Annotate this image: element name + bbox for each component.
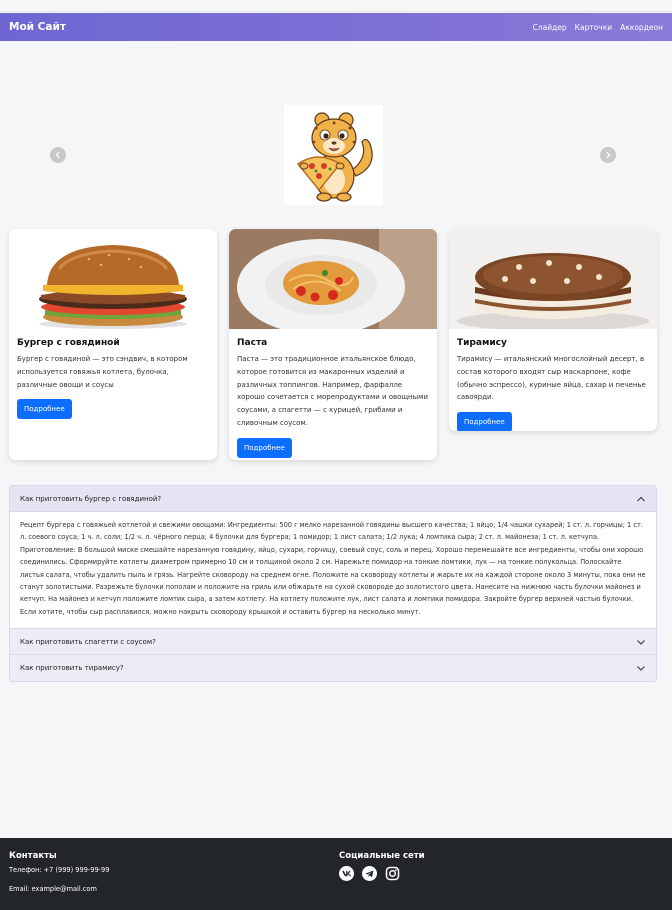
nav-link-accordion[interactable]: Аккордеон (620, 23, 663, 32)
nav-link-slider[interactable]: Слайдер (533, 23, 567, 32)
image-slider (0, 41, 672, 229)
chevron-right-icon (606, 151, 611, 159)
footer: Контакты Телефон: +7 (999) 999-99-99 Ema… (0, 838, 672, 910)
accordion-title: Как приготовить бургер с говядиной? (20, 494, 162, 503)
card-title: Паста (237, 338, 268, 348)
contact-phone: Телефон: +7 (999) 999-99-99 (9, 866, 110, 874)
nav-links: Слайдер Карточки Аккордеон (533, 23, 663, 32)
card-text: Бургер с говядиной — это сэндвич, в кото… (17, 355, 188, 389)
chevron-down-icon (637, 666, 645, 672)
card-body: Паста Паста — это традиционное итальянск… (229, 329, 437, 460)
accordion-body-burger: Рецепт бургера с говяжьей котлетой и све… (10, 512, 656, 630)
chevron-left-icon (55, 151, 60, 159)
social-title: Социальные сети (339, 851, 425, 861)
chevron-up-icon (637, 496, 645, 501)
accordion-title: Как приготовить спагетти с соусом? (20, 637, 156, 646)
tiramisu-details-button[interactable]: Подробнее (457, 412, 512, 431)
slider-next-button[interactable] (600, 147, 616, 163)
card-tiramisu: Тирамису Тирамису — итальянский многосло… (449, 229, 657, 431)
tiramisu-image (449, 229, 657, 329)
burger-details-button[interactable]: Подробнее (17, 399, 72, 420)
burger-image (9, 229, 217, 329)
chevron-down-icon (637, 639, 645, 645)
card-title: Тирамису (457, 338, 507, 348)
card-body: Тирамису Тирамису — итальянский многосло… (449, 329, 657, 431)
faq-accordion: Как приготовить бургер с говядиной? Реце… (9, 485, 657, 683)
accordion-title: Как приготовить тирамису? (20, 664, 124, 673)
card-title: Бургер с говядиной (17, 338, 120, 348)
pasta-details-button[interactable]: Подробнее (237, 437, 292, 458)
social-icons (339, 866, 425, 881)
footer-social: Социальные сети (339, 851, 425, 881)
card-body: Бургер с говядиной Бургер с говядиной — … (9, 329, 217, 429)
vk-icon[interactable] (339, 866, 354, 881)
accordion-header-tiramisu[interactable]: Как приготовить тирамису? (10, 655, 656, 682)
accordion-header-burger[interactable]: Как приготовить бургер с говядиной? (10, 486, 656, 512)
pasta-image (229, 229, 437, 329)
telegram-icon[interactable] (362, 866, 377, 881)
contacts-title: Контакты (9, 851, 57, 861)
brand-logo[interactable]: Мой Сайт (9, 21, 66, 33)
cards-section: Бургер с говядиной Бургер с говядиной — … (9, 229, 657, 461)
slider-prev-button[interactable] (50, 147, 66, 163)
browser-top-strip (0, 0, 672, 12)
card-text: Паста — это традиционное итальянское блю… (237, 355, 428, 427)
contact-email: Email: example@mail.com (9, 885, 97, 893)
instagram-icon[interactable] (385, 866, 400, 881)
footer-contacts: Контакты Телефон: +7 (999) 999-99-99 Ema… (9, 851, 109, 893)
navbar: Мой Сайт Слайдер Карточки Аккордеон (0, 13, 672, 41)
card-text: Тирамису — итальянский многослойный десе… (457, 355, 646, 402)
slide-image-leopard-mascot (284, 105, 383, 205)
nav-link-cards[interactable]: Карточки (575, 23, 612, 32)
card-burger: Бургер с говядиной Бургер с говядиной — … (9, 229, 217, 460)
accordion-header-spaghetti[interactable]: Как приготовить спагетти с соусом? (10, 629, 656, 656)
card-pasta: Паста Паста — это традиционное итальянск… (229, 229, 437, 460)
leopard-pizza-illustration (296, 112, 373, 202)
